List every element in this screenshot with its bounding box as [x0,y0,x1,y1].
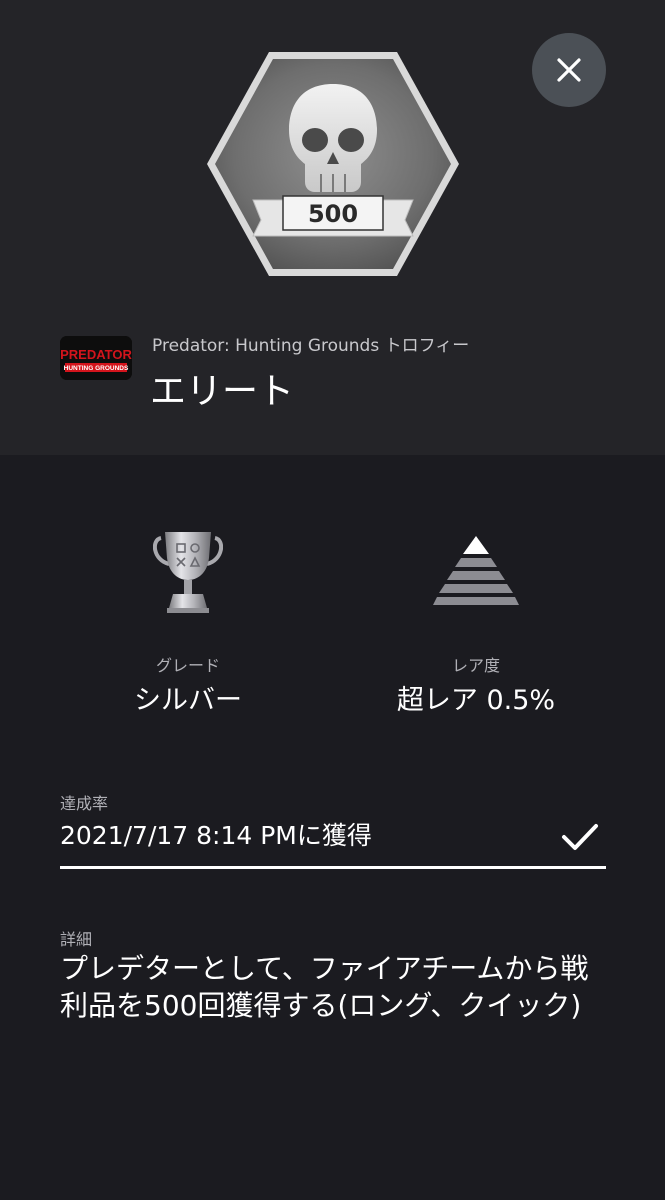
achievement-divider [60,866,606,869]
achievement-label: 達成率 [60,794,109,813]
trophy-artwork: 500 [207,52,459,276]
details-label: 詳細 [60,930,93,949]
game-title: Predator: Hunting Grounds トロフィー [152,336,470,356]
score-banner: 500 [252,195,414,237]
trophy-name: エリート [150,371,295,412]
grade-label: グレード [155,656,220,675]
grade-value: シルバー [134,685,242,716]
rarity-value: 超レア 0.5% [396,685,556,716]
game-icon-line1: PREDATOR [60,347,132,362]
check-icon [562,824,598,850]
game-icon: PREDATOR HUNTING GROUNDS [60,336,132,380]
game-icon-line2: HUNTING GROUNDS [64,365,129,372]
badge-number: 500 [308,200,358,228]
rarity-label: レア度 [451,656,500,675]
close-icon [557,58,581,82]
silver-trophy-icon [153,532,223,613]
close-button[interactable] [532,33,606,107]
earned-date: 2021/7/17 8:14 PMに獲得 [60,821,372,850]
pyramid-icon [433,536,519,605]
trophy-description: プレデターとして、ファイアチームから戦利品を500回獲得する(ロング、クイック) [60,952,589,1022]
